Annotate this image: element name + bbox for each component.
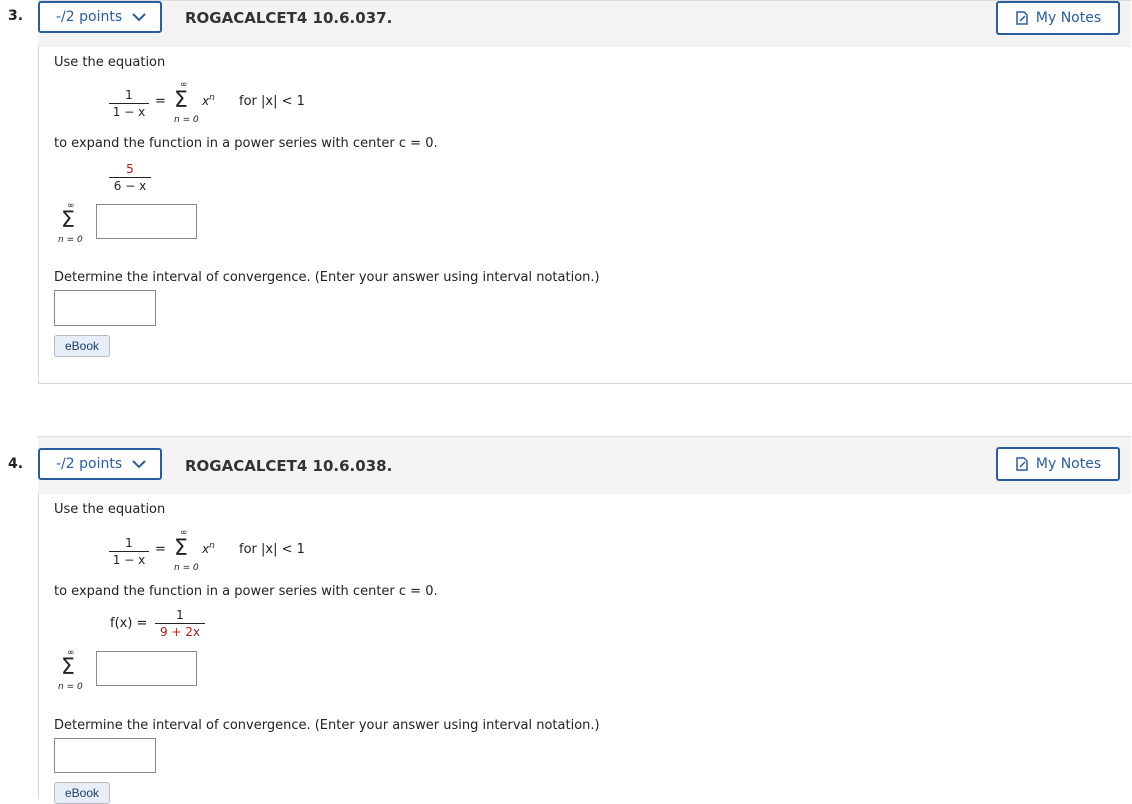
- my-notes-label: My Notes: [1035, 456, 1102, 472]
- answer-sigma-symbol: Σ: [61, 208, 75, 233]
- question-body: Use the equation 1 1 − x = ∞ Σ xn n = 0 …: [38, 493, 1132, 804]
- answer-sigma-symbol: Σ: [61, 655, 75, 680]
- equation-condition: for |x| < 1: [239, 94, 305, 109]
- interval-answer-input[interactable]: [54, 738, 156, 773]
- function-denominator: 9 + 2x: [159, 625, 201, 639]
- problem-code: ROGACALCET4 10.6.038.: [185, 457, 393, 475]
- fraction-bar: [109, 103, 149, 104]
- function-fraction: 5 6 − x: [109, 162, 151, 193]
- equation-fraction: 1 1 − x: [109, 536, 149, 567]
- convergence-prompt: Determine the interval of convergence. (…: [54, 718, 600, 733]
- my-notes-button[interactable]: My Notes: [996, 447, 1120, 481]
- points-dropdown[interactable]: -/2 points: [38, 448, 162, 480]
- equals-sign: =: [155, 542, 166, 557]
- sigma-symbol: Σ: [174, 536, 188, 561]
- points-label: -/2 points: [56, 9, 123, 25]
- ebook-button[interactable]: eBook: [54, 782, 111, 804]
- interval-answer-input[interactable]: [54, 290, 156, 326]
- points-dropdown[interactable]: -/2 points: [38, 1, 162, 33]
- my-notes-label: My Notes: [1035, 10, 1102, 26]
- equation-condition: for |x| < 1: [239, 542, 305, 557]
- function-label: f(x) =: [110, 616, 148, 631]
- answer-sum-lower: n = 0: [58, 235, 83, 245]
- series-term: xn: [202, 541, 215, 556]
- equals-sign: =: [155, 94, 166, 109]
- question-number: 4.: [8, 456, 24, 472]
- series-answer-input[interactable]: [96, 204, 197, 239]
- sum-lower-limit: n = 0: [174, 115, 199, 125]
- series-answer-input[interactable]: [96, 651, 197, 686]
- question-number: 3.: [8, 8, 24, 24]
- equation-denominator: 1 − x: [112, 553, 146, 567]
- series-term: xn: [202, 93, 215, 108]
- expand-instruction: to expand the function in a power series…: [54, 136, 438, 151]
- expand-instruction: to expand the function in a power series…: [54, 584, 438, 599]
- convergence-prompt: Determine the interval of convergence. (…: [54, 270, 600, 285]
- question-body: Use the equation 1 1 − x = ∞ Σ xn n = 0 …: [38, 46, 1132, 384]
- equation-numerator: 1: [125, 88, 133, 102]
- intro-text: Use the equation: [54, 55, 166, 70]
- fraction-bar: [109, 551, 149, 552]
- my-notes-button[interactable]: My Notes: [996, 1, 1120, 35]
- function-denominator: 6 − x: [113, 179, 147, 193]
- points-label: -/2 points: [56, 456, 123, 472]
- note-icon: [1016, 11, 1028, 25]
- sum-lower-limit: n = 0: [174, 563, 199, 573]
- ebook-button[interactable]: eBook: [54, 335, 111, 357]
- sigma-symbol: Σ: [174, 88, 188, 113]
- equation-fraction: 1 1 − x: [109, 88, 149, 119]
- note-icon: [1016, 457, 1028, 471]
- fraction-bar: [155, 623, 205, 624]
- question-header: -/2 points ROGACALCET4 10.6.037. My Note…: [38, 0, 1131, 47]
- function-fraction: 1 9 + 2x: [155, 608, 205, 639]
- function-numerator: 5: [126, 162, 134, 176]
- fraction-bar: [109, 177, 151, 178]
- chevron-down-icon: [132, 13, 146, 22]
- chevron-down-icon: [132, 460, 146, 469]
- problem-code: ROGACALCET4 10.6.037.: [185, 9, 393, 27]
- answer-sum-lower: n = 0: [58, 682, 83, 692]
- function-numerator: 1: [176, 608, 184, 622]
- equation-numerator: 1: [125, 536, 133, 550]
- question-header: -/2 points ROGACALCET4 10.6.038. My Note…: [38, 436, 1131, 494]
- intro-text: Use the equation: [54, 502, 166, 517]
- equation-denominator: 1 − x: [112, 105, 146, 119]
